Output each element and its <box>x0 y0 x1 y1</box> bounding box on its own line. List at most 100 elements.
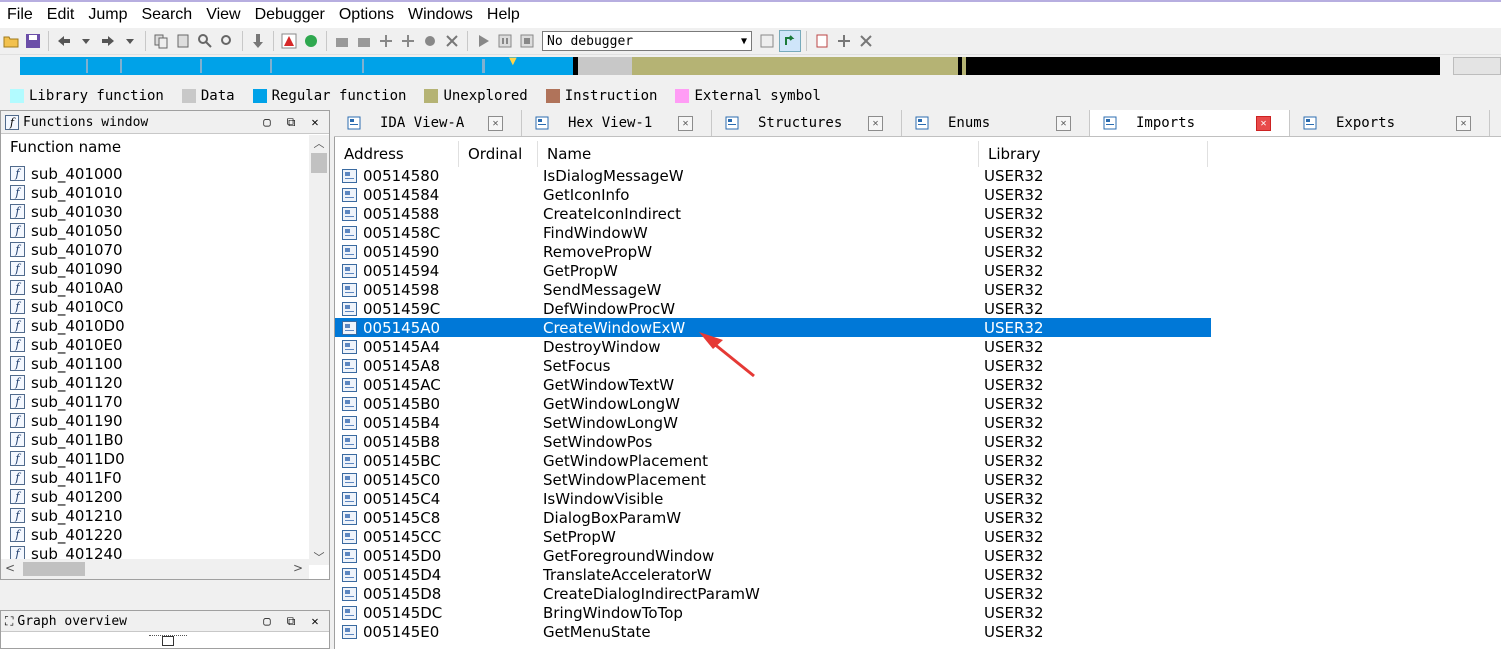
go-icon[interactable] <box>301 31 321 51</box>
table-row[interactable]: 005145B0 GetWindowLongW USER32 <box>335 394 1211 413</box>
function-list-item[interactable]: f sub_401030 <box>1 202 307 221</box>
menu-help[interactable]: Help <box>480 3 527 27</box>
function-list-item[interactable]: f sub_4010A0 <box>1 278 307 297</box>
function-list-item[interactable]: f sub_401010 <box>1 183 307 202</box>
settings-icon[interactable] <box>834 31 854 51</box>
column-header-library[interactable]: Library <box>979 141 1208 167</box>
save-icon[interactable] <box>23 31 43 51</box>
struct-icon[interactable] <box>354 31 374 51</box>
table-row[interactable]: 005145D8 CreateDialogIndirectParamW USER32 <box>335 584 1211 603</box>
function-list-item[interactable]: f sub_401200 <box>1 487 307 506</box>
table-row[interactable]: 0051458C FindWindowW USER32 <box>335 223 1211 242</box>
menu-edit[interactable]: Edit <box>40 3 82 27</box>
bug-icon[interactable] <box>420 31 440 51</box>
function-list-item[interactable]: f sub_401240 <box>1 544 307 559</box>
table-row[interactable]: 00514580 IsDialogMessageW USER32 <box>335 166 1211 185</box>
chevron-up-icon[interactable]: ︿ <box>309 135 329 151</box>
function-list-item[interactable]: f sub_401050 <box>1 221 307 240</box>
hex-icon[interactable] <box>332 31 352 51</box>
menu-search[interactable]: Search <box>134 3 199 27</box>
chevron-left-icon[interactable]: < <box>5 561 15 575</box>
forward-icon[interactable] <box>98 31 118 51</box>
open-icon[interactable] <box>1 31 21 51</box>
close-icon[interactable]: ✕ <box>488 115 503 131</box>
chevron-right-icon[interactable]: > <box>293 561 303 575</box>
scrollbar-thumb[interactable] <box>23 562 85 576</box>
close-icon[interactable]: ✕ <box>307 613 323 629</box>
table-row[interactable]: 00514594 GetPropW USER32 <box>335 261 1211 280</box>
function-list-item[interactable]: f sub_4011B0 <box>1 430 307 449</box>
debugger-select[interactable]: No debugger ▼ <box>542 31 752 51</box>
function-list-item[interactable]: f sub_401090 <box>1 259 307 278</box>
tab-imports[interactable]: Imports ✕ <box>1090 110 1290 136</box>
close-icon[interactable]: ✕ <box>1256 115 1271 131</box>
table-row[interactable]: 005145DC BringWindowToTop USER32 <box>335 603 1211 622</box>
table-row[interactable]: 005145C4 IsWindowVisible USER32 <box>335 489 1211 508</box>
table-row[interactable]: 00514598 SendMessageW USER32 <box>335 280 1211 299</box>
minimize-icon[interactable]: ▢ <box>259 613 275 629</box>
notepad-icon[interactable] <box>812 31 832 51</box>
search-icon[interactable] <box>217 31 237 51</box>
navigation-band-end[interactable] <box>1453 57 1501 75</box>
function-list-item[interactable]: f sub_401000 <box>1 164 307 183</box>
functions-vertical-scrollbar[interactable]: ︿ ﹀ <box>309 135 329 565</box>
minimize-icon[interactable]: ▢ <box>259 114 275 130</box>
chevron-down-icon[interactable]: ﹀ <box>309 549 329 565</box>
menu-view[interactable]: View <box>199 3 247 27</box>
tab-ida-view-a[interactable]: IDA View-A ✕ <box>334 110 522 136</box>
chevron-down-icon[interactable] <box>76 31 96 51</box>
plus-icon[interactable] <box>376 31 396 51</box>
tab-structures[interactable]: Structures ✕ <box>712 110 902 136</box>
tab-enums[interactable]: Enums ✕ <box>902 110 1090 136</box>
table-row[interactable]: 005145E0 GetMenuState USER32 <box>335 622 1211 641</box>
table-row[interactable]: 00514588 CreateIconIndirect USER32 <box>335 204 1211 223</box>
function-list-item[interactable]: f sub_401120 <box>1 373 307 392</box>
graph-overview-canvas[interactable] <box>149 635 187 648</box>
close-icon[interactable] <box>442 31 462 51</box>
function-list-item[interactable]: f sub_4010C0 <box>1 297 307 316</box>
table-row[interactable]: 005145B8 SetWindowPos USER32 <box>335 432 1211 451</box>
float-icon[interactable]: ⧉ <box>283 613 299 629</box>
column-header-ordinal[interactable]: Ordinal <box>459 141 538 167</box>
down-arrow-icon[interactable] <box>248 31 268 51</box>
function-list-item[interactable]: f sub_401100 <box>1 354 307 373</box>
plus-icon[interactable] <box>398 31 418 51</box>
table-row[interactable]: 00514590 RemovePropW USER32 <box>335 242 1211 261</box>
function-list-item[interactable]: f sub_4011D0 <box>1 449 307 468</box>
float-icon[interactable]: ⧉ <box>283 114 299 130</box>
menu-windows[interactable]: Windows <box>401 3 480 27</box>
table-row[interactable]: 005145CC SetPropW USER32 <box>335 527 1211 546</box>
function-list-item[interactable]: f sub_401210 <box>1 506 307 525</box>
remove-icon[interactable] <box>856 31 876 51</box>
menu-jump[interactable]: Jump <box>81 3 134 27</box>
table-row[interactable]: 005145A8 SetFocus USER32 <box>335 356 1211 375</box>
close-icon[interactable]: ✕ <box>1456 115 1471 131</box>
paste-icon[interactable] <box>173 31 193 51</box>
copy-icon[interactable] <box>151 31 171 51</box>
column-header-name[interactable]: Name <box>538 141 979 167</box>
table-row-selected[interactable]: 005145A0 CreateWindowExW USER32 <box>335 318 1211 337</box>
column-header-address[interactable]: Address <box>335 141 459 167</box>
function-list-item[interactable]: f sub_401220 <box>1 525 307 544</box>
functions-horizontal-scrollbar[interactable]: < > <box>1 559 309 579</box>
table-row[interactable]: 0051459C DefWindowProcW USER32 <box>335 299 1211 318</box>
table-row[interactable]: 005145AC GetWindowTextW USER32 <box>335 375 1211 394</box>
scrollbar-thumb[interactable] <box>311 153 327 173</box>
function-list-item[interactable]: f sub_4010D0 <box>1 316 307 335</box>
table-row[interactable]: 005145D0 GetForegroundWindow USER32 <box>335 546 1211 565</box>
attach-icon[interactable] <box>757 31 777 51</box>
back-icon[interactable] <box>54 31 74 51</box>
chevron-down-icon[interactable] <box>120 31 140 51</box>
tab-hex-view-1[interactable]: Hex View-1 ✕ <box>522 110 712 136</box>
pause-icon[interactable] <box>495 31 515 51</box>
close-icon[interactable]: ✕ <box>868 115 883 131</box>
function-name-column-header[interactable]: Function name <box>1 135 307 159</box>
table-row[interactable]: 005145C0 SetWindowPlacement USER32 <box>335 470 1211 489</box>
function-list-item[interactable]: f sub_4010E0 <box>1 335 307 354</box>
function-list-item[interactable]: f sub_4011F0 <box>1 468 307 487</box>
function-list-item[interactable]: f sub_401190 <box>1 411 307 430</box>
play-icon[interactable] <box>473 31 493 51</box>
tab-exports[interactable]: Exports ✕ <box>1290 110 1490 136</box>
table-row[interactable]: 005145C8 DialogBoxParamW USER32 <box>335 508 1211 527</box>
stop-square-icon[interactable] <box>517 31 537 51</box>
